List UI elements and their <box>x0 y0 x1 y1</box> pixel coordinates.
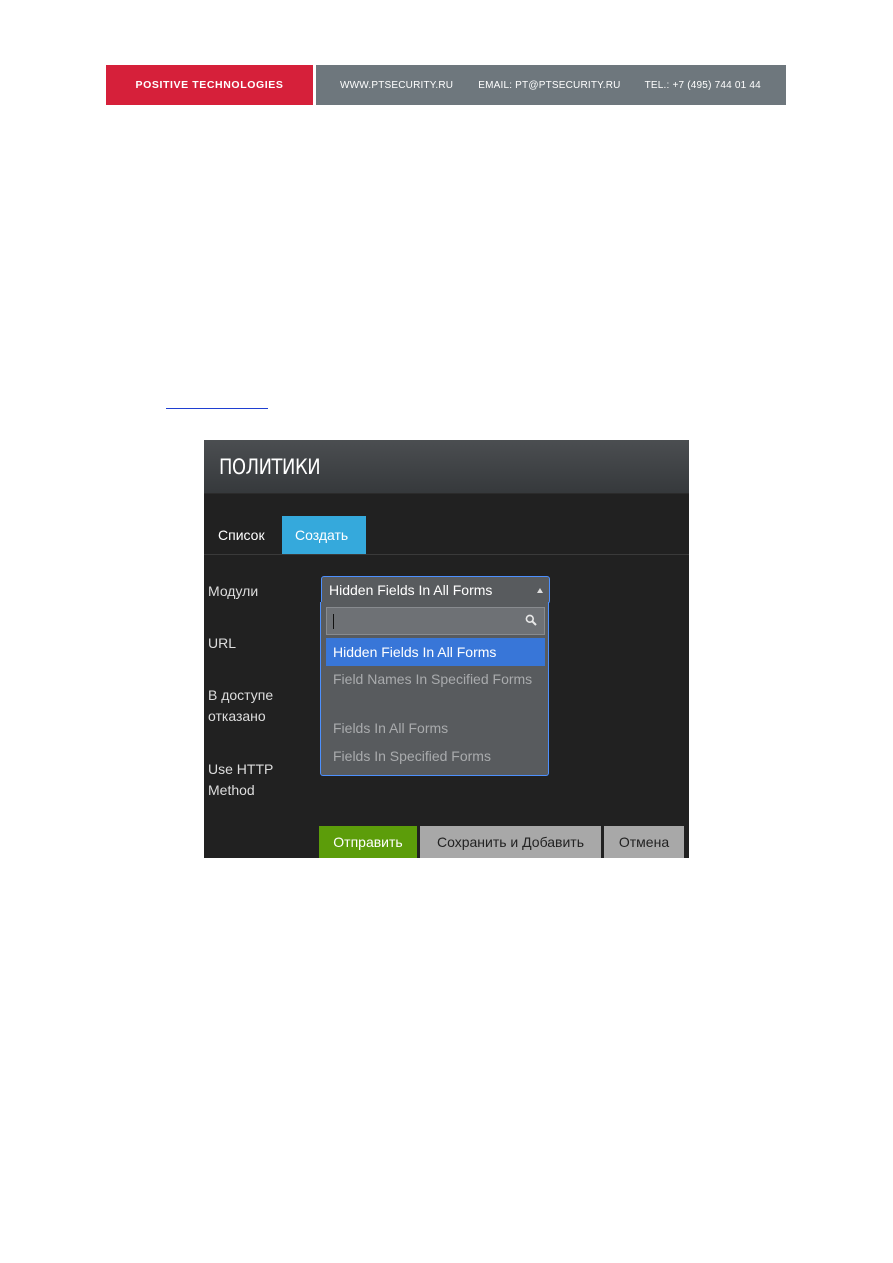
option-label: Hidden Fields In All Forms <box>333 643 497 660</box>
modules-label: Модули <box>208 583 259 599</box>
email-text: EMAIL: PT@PTSECURITY.RU <box>478 79 621 91</box>
dropdown-search-input[interactable] <box>326 607 545 635</box>
cancel-button[interactable]: Отмена <box>604 826 684 858</box>
header-banner: POSITIVE TECHNOLOGIES WWW.PTSECURITY.RU … <box>106 65 786 105</box>
submit-button[interactable]: Отправить <box>319 826 417 858</box>
modules-dropdown: Hidden Fields In All Forms Field Names I… <box>320 602 549 776</box>
text-cursor <box>333 614 334 629</box>
dropdown-option[interactable]: Fields In All Forms <box>326 718 545 739</box>
http-method-label: Use HTTP Method <box>208 761 274 798</box>
dropdown-option[interactable]: Hidden Fields In All Forms <box>326 638 545 666</box>
phone-text: TEL.: +7 (495) 744 01 44 <box>644 79 761 91</box>
modules-selected-value: Hidden Fields In All Forms <box>329 582 493 598</box>
tab-bar: Список Создать <box>204 516 689 555</box>
access-denied-label: В доступе отказано <box>208 687 274 724</box>
panel-header: ПОЛИТИКИ <box>204 440 689 494</box>
tab-list[interactable]: Список <box>204 516 282 554</box>
policies-panel: ПОЛИТИКИ Список Создать Модули URL В дос… <box>204 440 689 858</box>
brand-logo: POSITIVE TECHNOLOGIES <box>106 65 313 105</box>
panel-title: ПОЛИТИКИ <box>219 454 321 479</box>
dropdown-option[interactable]: Field Names In Specified Forms <box>326 669 545 690</box>
dropdown-option[interactable]: Fields In Specified Forms <box>326 746 545 767</box>
search-icon <box>525 614 537 626</box>
website-text: WWW.PTSECURITY.RU <box>340 79 454 91</box>
brand-name: POSITIVE TECHNOLOGIES <box>135 79 284 91</box>
save-and-add-button[interactable]: Сохранить и Добавить <box>420 826 601 858</box>
tab-create[interactable]: Создать <box>282 516 366 554</box>
hyperlink-underline[interactable] <box>166 408 268 409</box>
url-label: URL <box>208 635 237 651</box>
caret-up-icon[interactable] <box>537 588 543 593</box>
modules-select[interactable]: Hidden Fields In All Forms <box>321 576 550 604</box>
contact-bar: WWW.PTSECURITY.RU EMAIL: PT@PTSECURITY.R… <box>316 65 786 105</box>
